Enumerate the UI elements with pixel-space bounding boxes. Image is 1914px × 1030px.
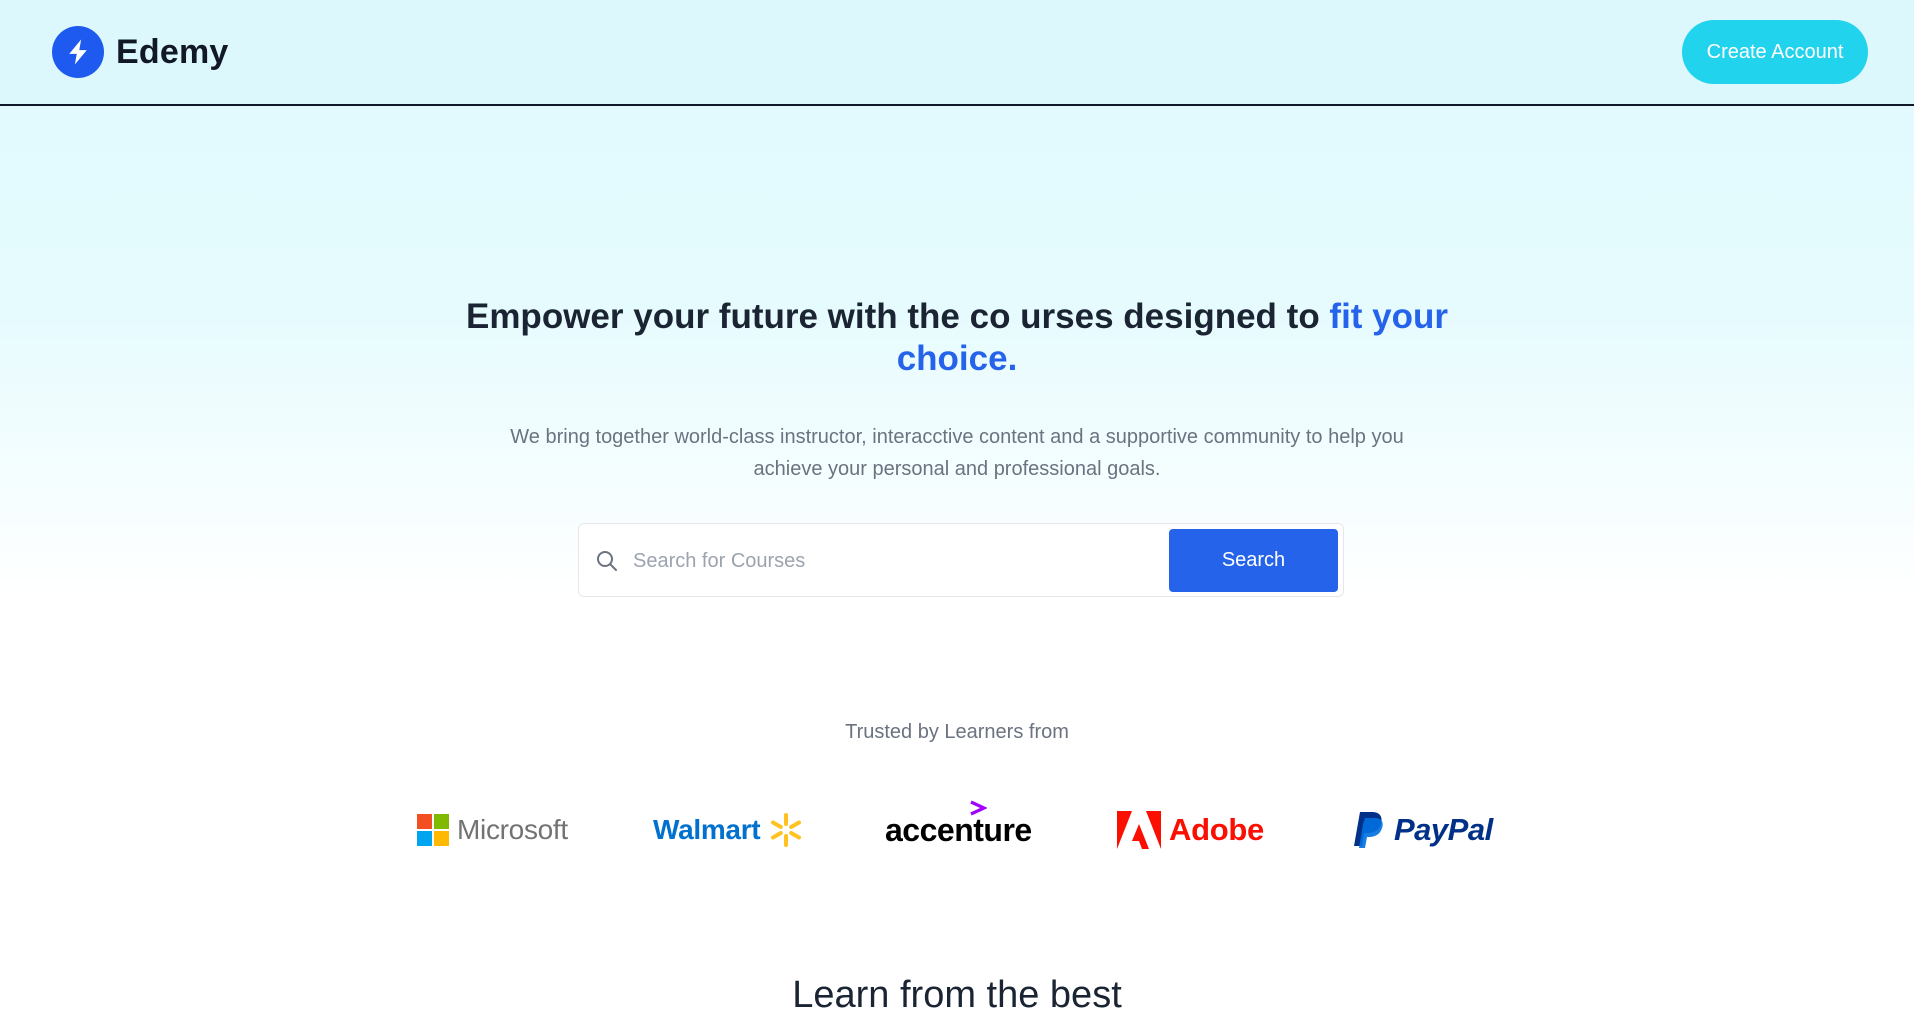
walmart-spark-icon xyxy=(771,813,802,847)
create-account-button[interactable]: Create Account xyxy=(1682,20,1868,84)
navbar: Edemy Create Account xyxy=(0,0,1914,106)
paypal-wordmark: PayPal xyxy=(1394,812,1493,848)
adobe-wordmark: Adobe xyxy=(1169,812,1264,847)
hero-title-main: Empower your future with the co urses de… xyxy=(465,297,1330,336)
search-icon xyxy=(595,549,619,573)
hero-title: Empower your future with the co urses de… xyxy=(440,296,1474,380)
paypal-logo: PayPal xyxy=(1352,800,1493,860)
accenture-wordmark: accenture xyxy=(885,812,1032,848)
microsoft-wordmark: Microsoft xyxy=(457,814,568,845)
logo-text: Edemy xyxy=(116,32,229,71)
paypal-wordmark-text: PayPal xyxy=(1394,812,1493,847)
search-bar: Search xyxy=(578,523,1344,597)
lightning-bolt-icon xyxy=(52,26,104,78)
walmart-logo: Walmart xyxy=(653,800,804,860)
paypal-p-icon xyxy=(1354,812,1383,848)
trusted-label: Trusted by Learners from xyxy=(845,721,1069,743)
microsoft-logo: Microsoft xyxy=(417,800,568,860)
hero-subtitle: We bring together world-class instructor… xyxy=(510,426,1404,480)
logo-link[interactable]: Edemy xyxy=(52,26,229,78)
section-title: Learn from the best xyxy=(792,974,1122,1016)
search-input[interactable] xyxy=(633,538,1133,584)
walmart-wordmark: Walmart xyxy=(653,814,761,845)
adobe-logo: Adobe xyxy=(1117,800,1264,860)
company-logos: Microsoft Walmart accenture Adobe PayPal xyxy=(0,800,1914,860)
microsoft-windows-icon xyxy=(417,814,449,846)
adobe-a-icon xyxy=(1117,811,1161,849)
search-button[interactable]: Search xyxy=(1169,529,1338,592)
